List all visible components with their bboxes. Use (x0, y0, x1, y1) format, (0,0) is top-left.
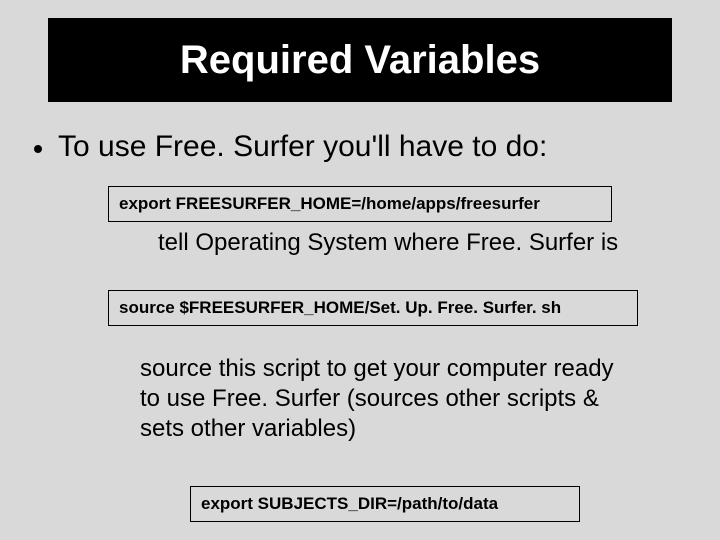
code-export-subjects: export SUBJECTS_DIR=/path/to/data (190, 486, 580, 522)
bullet-text: To use Free. Surfer you'll have to do: (58, 130, 547, 164)
code-source-setup: source $FREESURFER_HOME/Set. Up. Free. S… (108, 290, 638, 326)
code-export-home: export FREESURFER_HOME=/home/apps/freesu… (108, 186, 612, 222)
desc-source-script: source this script to get your computer … (140, 354, 630, 444)
desc-os-location: tell Operating System where Free. Surfer… (158, 228, 638, 258)
main-bullet: To use Free. Surfer you'll have to do: (34, 130, 684, 164)
code-line: export SUBJECTS_DIR=/path/to/data (201, 493, 498, 515)
code-line: export FREESURFER_HOME=/home/apps/freesu… (119, 193, 540, 215)
slide: Required Variables To use Free. Surfer y… (0, 0, 720, 540)
slide-title-band: Required Variables (48, 18, 672, 102)
code-line: source $FREESURFER_HOME/Set. Up. Free. S… (119, 297, 561, 319)
slide-title: Required Variables (180, 38, 540, 83)
bullet-dot-icon (34, 145, 42, 153)
